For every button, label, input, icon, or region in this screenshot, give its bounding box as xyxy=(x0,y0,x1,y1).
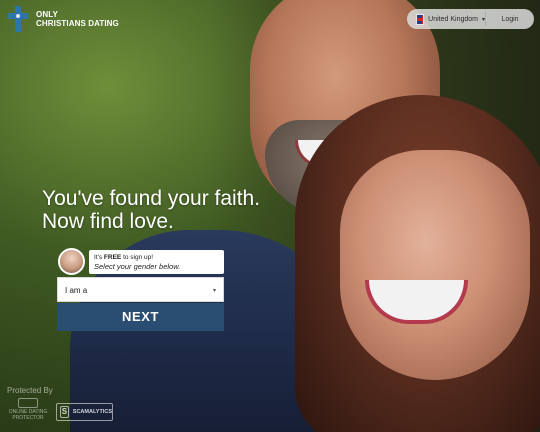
headline-line-2: Now find love. xyxy=(42,210,174,233)
next-button[interactable]: NEXT xyxy=(57,303,224,331)
headline-line-1: You've found your faith. xyxy=(42,187,261,210)
signup-bubble: It's FREE to sign up! Select your gender… xyxy=(89,250,224,274)
logo-text: ONLY CHRISTIANS DATING xyxy=(36,10,119,28)
login-link[interactable]: Login xyxy=(486,16,534,23)
bubble-free: FREE xyxy=(103,254,122,261)
bubble-line-1: It's FREE to sign up! xyxy=(94,254,224,261)
badge2-text: SCAMALYTICS xyxy=(72,409,112,415)
scamalytics-badge[interactable]: S SCAMALYTICS xyxy=(56,403,113,421)
site-logo[interactable]: ONLY CHRISTIANS DATING xyxy=(6,6,119,32)
logo-line-1: ONLY xyxy=(36,10,58,19)
hero-headline: You've found your faith. Now find love. xyxy=(42,187,260,233)
bubble-suffix: to sign up! xyxy=(121,254,154,261)
badge1-line-2: PROTECTOR xyxy=(12,415,44,421)
gender-select[interactable]: I am a ▾ xyxy=(57,277,224,302)
shield-icon xyxy=(18,398,38,408)
uk-flag-icon xyxy=(416,13,425,25)
logo-line-2: CHRISTIANS DATING xyxy=(36,19,119,28)
country-selector[interactable]: United Kingdom ▾ xyxy=(407,9,485,29)
photo-woman-face xyxy=(340,150,530,380)
scamalytics-logo-icon: S xyxy=(60,406,69,418)
bubble-prefix: It's xyxy=(94,254,104,261)
cross-icon xyxy=(6,6,30,32)
protected-by-label: Protected By xyxy=(7,386,53,395)
online-dating-protector-badge[interactable]: ONLINE DATING PROTECTOR xyxy=(6,398,50,426)
bubble-instruction: Select your gender below. xyxy=(94,262,181,271)
avatar xyxy=(58,248,85,275)
gender-select-value: I am a xyxy=(65,286,88,295)
header-controls: United Kingdom ▾ Login xyxy=(407,9,534,29)
country-label: United Kingdom xyxy=(428,15,478,23)
chevron-down-icon: ▾ xyxy=(212,288,216,294)
landing-page: ONLY CHRISTIANS DATING United Kingdom ▾ … xyxy=(0,0,540,432)
